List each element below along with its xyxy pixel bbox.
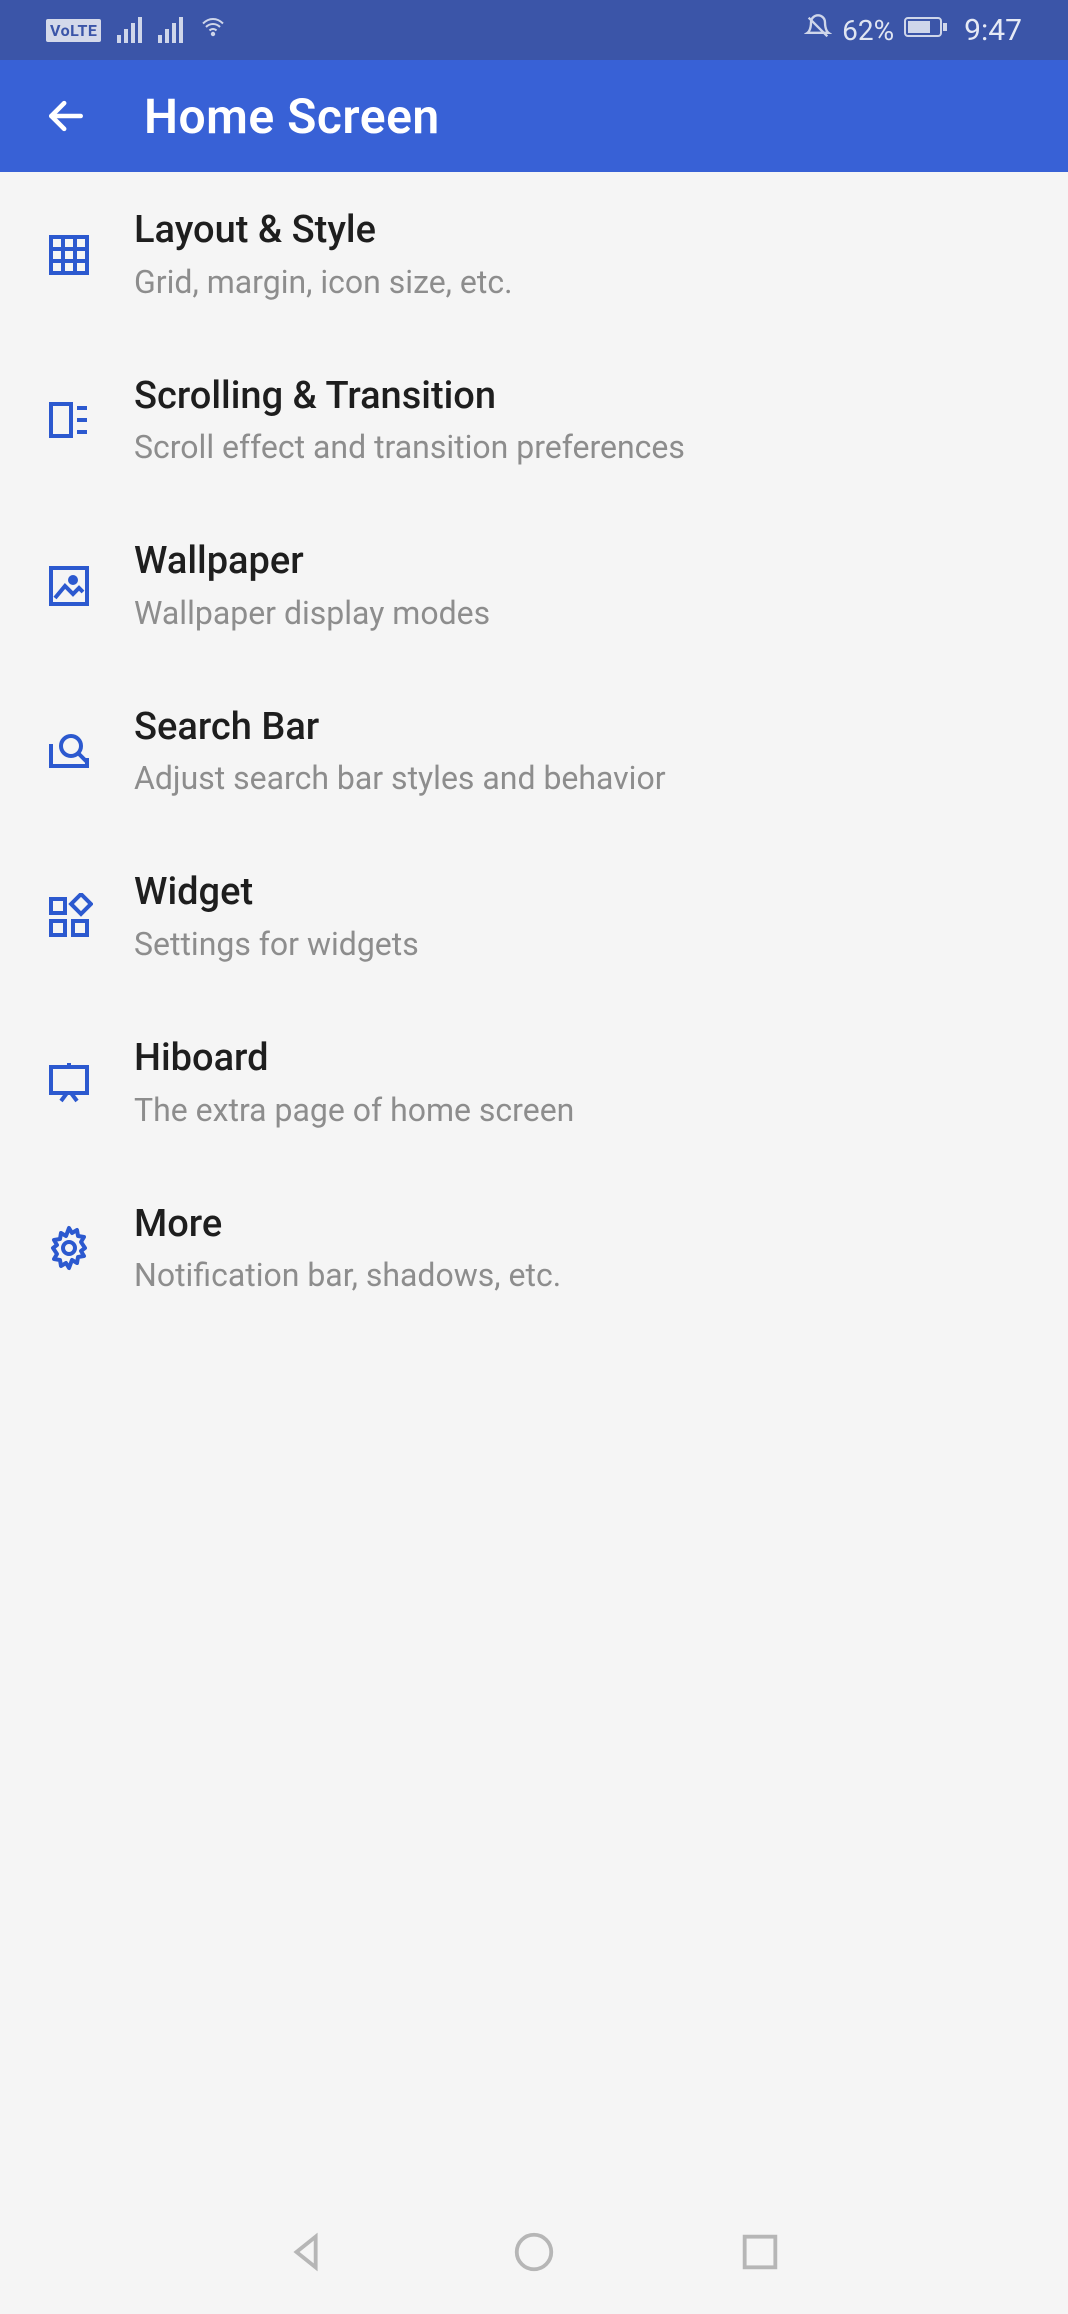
item-subtitle: Settings for widgets <box>134 924 419 964</box>
gear-icon <box>42 1221 96 1275</box>
item-title: Wallpaper <box>134 539 490 585</box>
item-subtitle: Grid, margin, icon size, etc. <box>134 262 513 302</box>
item-subtitle: Notification bar, shadows, etc. <box>134 1255 561 1295</box>
item-title: Widget <box>134 870 419 916</box>
back-button[interactable] <box>38 88 94 144</box>
item-subtitle: Adjust search bar styles and behavior <box>134 758 666 798</box>
circle-home-icon <box>511 2229 557 2275</box>
app-bar: Home Screen <box>0 60 1068 172</box>
settings-list: Layout & Style Grid, margin, icon size, … <box>0 172 1068 1331</box>
board-icon <box>42 1056 96 1110</box>
clock: 9:47 <box>964 13 1022 48</box>
battery-icon <box>904 15 948 46</box>
settings-item-scrolling[interactable]: Scrolling & Transition Scroll effect and… <box>0 338 1068 504</box>
item-title: Layout & Style <box>134 208 513 254</box>
settings-item-wallpaper[interactable]: Wallpaper Wallpaper display modes <box>0 503 1068 669</box>
system-nav-bar <box>0 2194 1068 2314</box>
settings-item-layout-style[interactable]: Layout & Style Grid, margin, icon size, … <box>0 172 1068 338</box>
nav-back-button[interactable] <box>285 2229 331 2279</box>
settings-item-hiboard[interactable]: Hiboard The extra page of home screen <box>0 1000 1068 1166</box>
item-subtitle: Wallpaper display modes <box>134 593 490 633</box>
settings-item-widget[interactable]: Widget Settings for widgets <box>0 834 1068 1000</box>
item-title: Hiboard <box>134 1036 574 1082</box>
square-recent-icon <box>737 2229 783 2275</box>
nav-recent-button[interactable] <box>737 2229 783 2279</box>
wifi-icon <box>199 15 227 46</box>
page-title: Home Screen <box>144 88 440 145</box>
nav-home-button[interactable] <box>511 2229 557 2279</box>
settings-item-search-bar[interactable]: Search Bar Adjust search bar styles and … <box>0 669 1068 835</box>
battery-percent: 62% <box>842 14 894 47</box>
arrow-left-icon <box>44 94 88 138</box>
signal-icon-2 <box>158 17 183 43</box>
item-title: Scrolling & Transition <box>134 374 685 420</box>
signal-icon-1 <box>117 17 142 43</box>
scroll-icon <box>42 393 96 447</box>
settings-item-more[interactable]: More Notification bar, shadows, etc. <box>0 1166 1068 1332</box>
image-icon <box>42 559 96 613</box>
triangle-back-icon <box>285 2229 331 2275</box>
item-title: Search Bar <box>134 705 666 751</box>
search-icon <box>42 725 96 779</box>
item-subtitle: Scroll effect and transition preferences <box>134 427 685 467</box>
item-title: More <box>134 1202 561 1248</box>
item-subtitle: The extra page of home screen <box>134 1090 574 1130</box>
status-bar: VoLTE 62% 9:47 <box>0 0 1068 60</box>
widget-icon <box>42 890 96 944</box>
volte-badge: VoLTE <box>46 19 101 42</box>
mute-icon <box>804 13 832 48</box>
grid-icon <box>42 228 96 282</box>
